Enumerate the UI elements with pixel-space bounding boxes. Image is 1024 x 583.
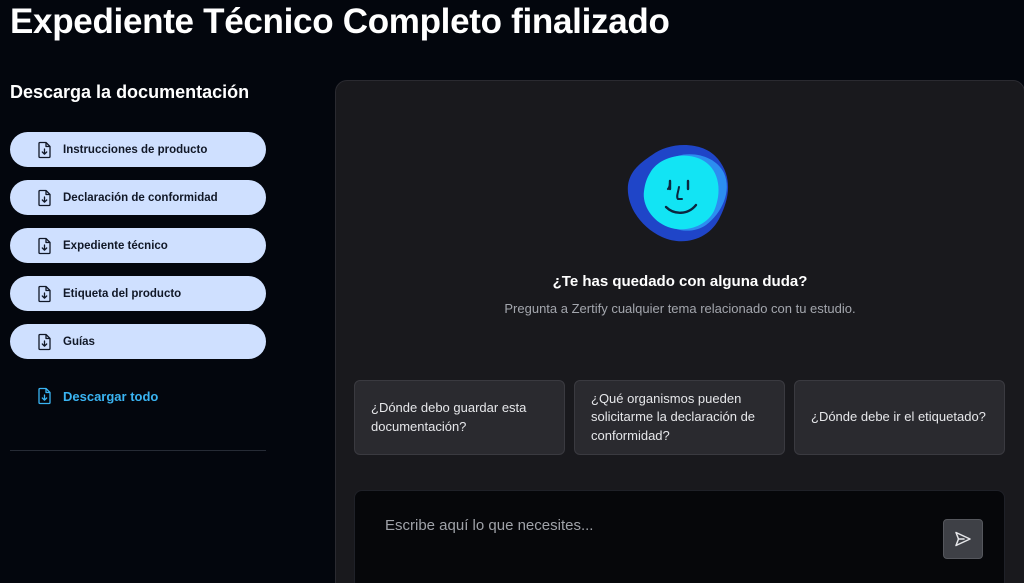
document-label: Declaración de conformidad bbox=[63, 191, 218, 204]
document-label: Expediente técnico bbox=[63, 239, 168, 252]
suggestion-text: ¿Dónde debe ir el etiquetado? bbox=[811, 409, 986, 425]
download-etiqueta-button[interactable]: Etiqueta del producto bbox=[10, 276, 266, 311]
file-download-icon bbox=[36, 141, 54, 159]
suggestion-card[interactable]: ¿Dónde debe ir el etiquetado? bbox=[794, 380, 1005, 455]
chat-panel: ¿Te has quedado con alguna duda? Pregunt… bbox=[335, 80, 1024, 583]
sidebar: Descarga la documentación Instrucciones … bbox=[10, 82, 266, 451]
chat-input-box: Escribe aquí lo que necesites... bbox=[354, 490, 1005, 583]
suggestion-text: ¿Dónde debo guardar esta documentación? bbox=[371, 400, 527, 434]
chat-input[interactable]: Escribe aquí lo que necesites... bbox=[385, 517, 925, 534]
chat-heading: ¿Te has quedado con alguna duda? bbox=[552, 273, 808, 290]
download-instrucciones-button[interactable]: Instrucciones de producto bbox=[10, 132, 266, 167]
page: Expediente Técnico Completo finalizado D… bbox=[0, 0, 1024, 583]
sidebar-divider bbox=[10, 450, 266, 451]
page-title: Expediente Técnico Completo finalizado bbox=[10, 2, 670, 41]
send-button[interactable] bbox=[943, 519, 983, 559]
download-guias-button[interactable]: Guías bbox=[10, 324, 266, 359]
file-download-icon bbox=[36, 189, 54, 207]
download-expediente-button[interactable]: Expediente técnico bbox=[10, 228, 266, 263]
file-download-icon bbox=[36, 387, 54, 405]
file-download-icon bbox=[36, 333, 54, 351]
assistant-face-icon bbox=[622, 141, 734, 251]
suggestion-card[interactable]: ¿Qué organismos pueden solicitarme la de… bbox=[574, 380, 785, 455]
download-all-label: Descargar todo bbox=[63, 388, 159, 404]
file-download-icon bbox=[36, 237, 54, 255]
suggestion-list: ¿Dónde debo guardar esta documentación? … bbox=[354, 380, 1005, 455]
suggestion-text: ¿Qué organismos pueden solicitarme la de… bbox=[591, 390, 756, 443]
download-all-button[interactable]: Descargar todo bbox=[10, 385, 266, 407]
chat-subheading: Pregunta a Zertify cualquier tema relaci… bbox=[504, 301, 856, 316]
document-label: Guías bbox=[63, 335, 95, 348]
download-declaracion-button[interactable]: Declaración de conformidad bbox=[10, 180, 266, 215]
file-download-icon bbox=[36, 285, 54, 303]
document-label: Instrucciones de producto bbox=[63, 143, 208, 156]
suggestion-card[interactable]: ¿Dónde debo guardar esta documentación? bbox=[354, 380, 565, 455]
sidebar-heading: Descarga la documentación bbox=[10, 82, 250, 102]
document-list: Instrucciones de producto Declaración de… bbox=[10, 132, 266, 359]
document-label: Etiqueta del producto bbox=[63, 287, 182, 300]
send-icon bbox=[953, 529, 973, 549]
